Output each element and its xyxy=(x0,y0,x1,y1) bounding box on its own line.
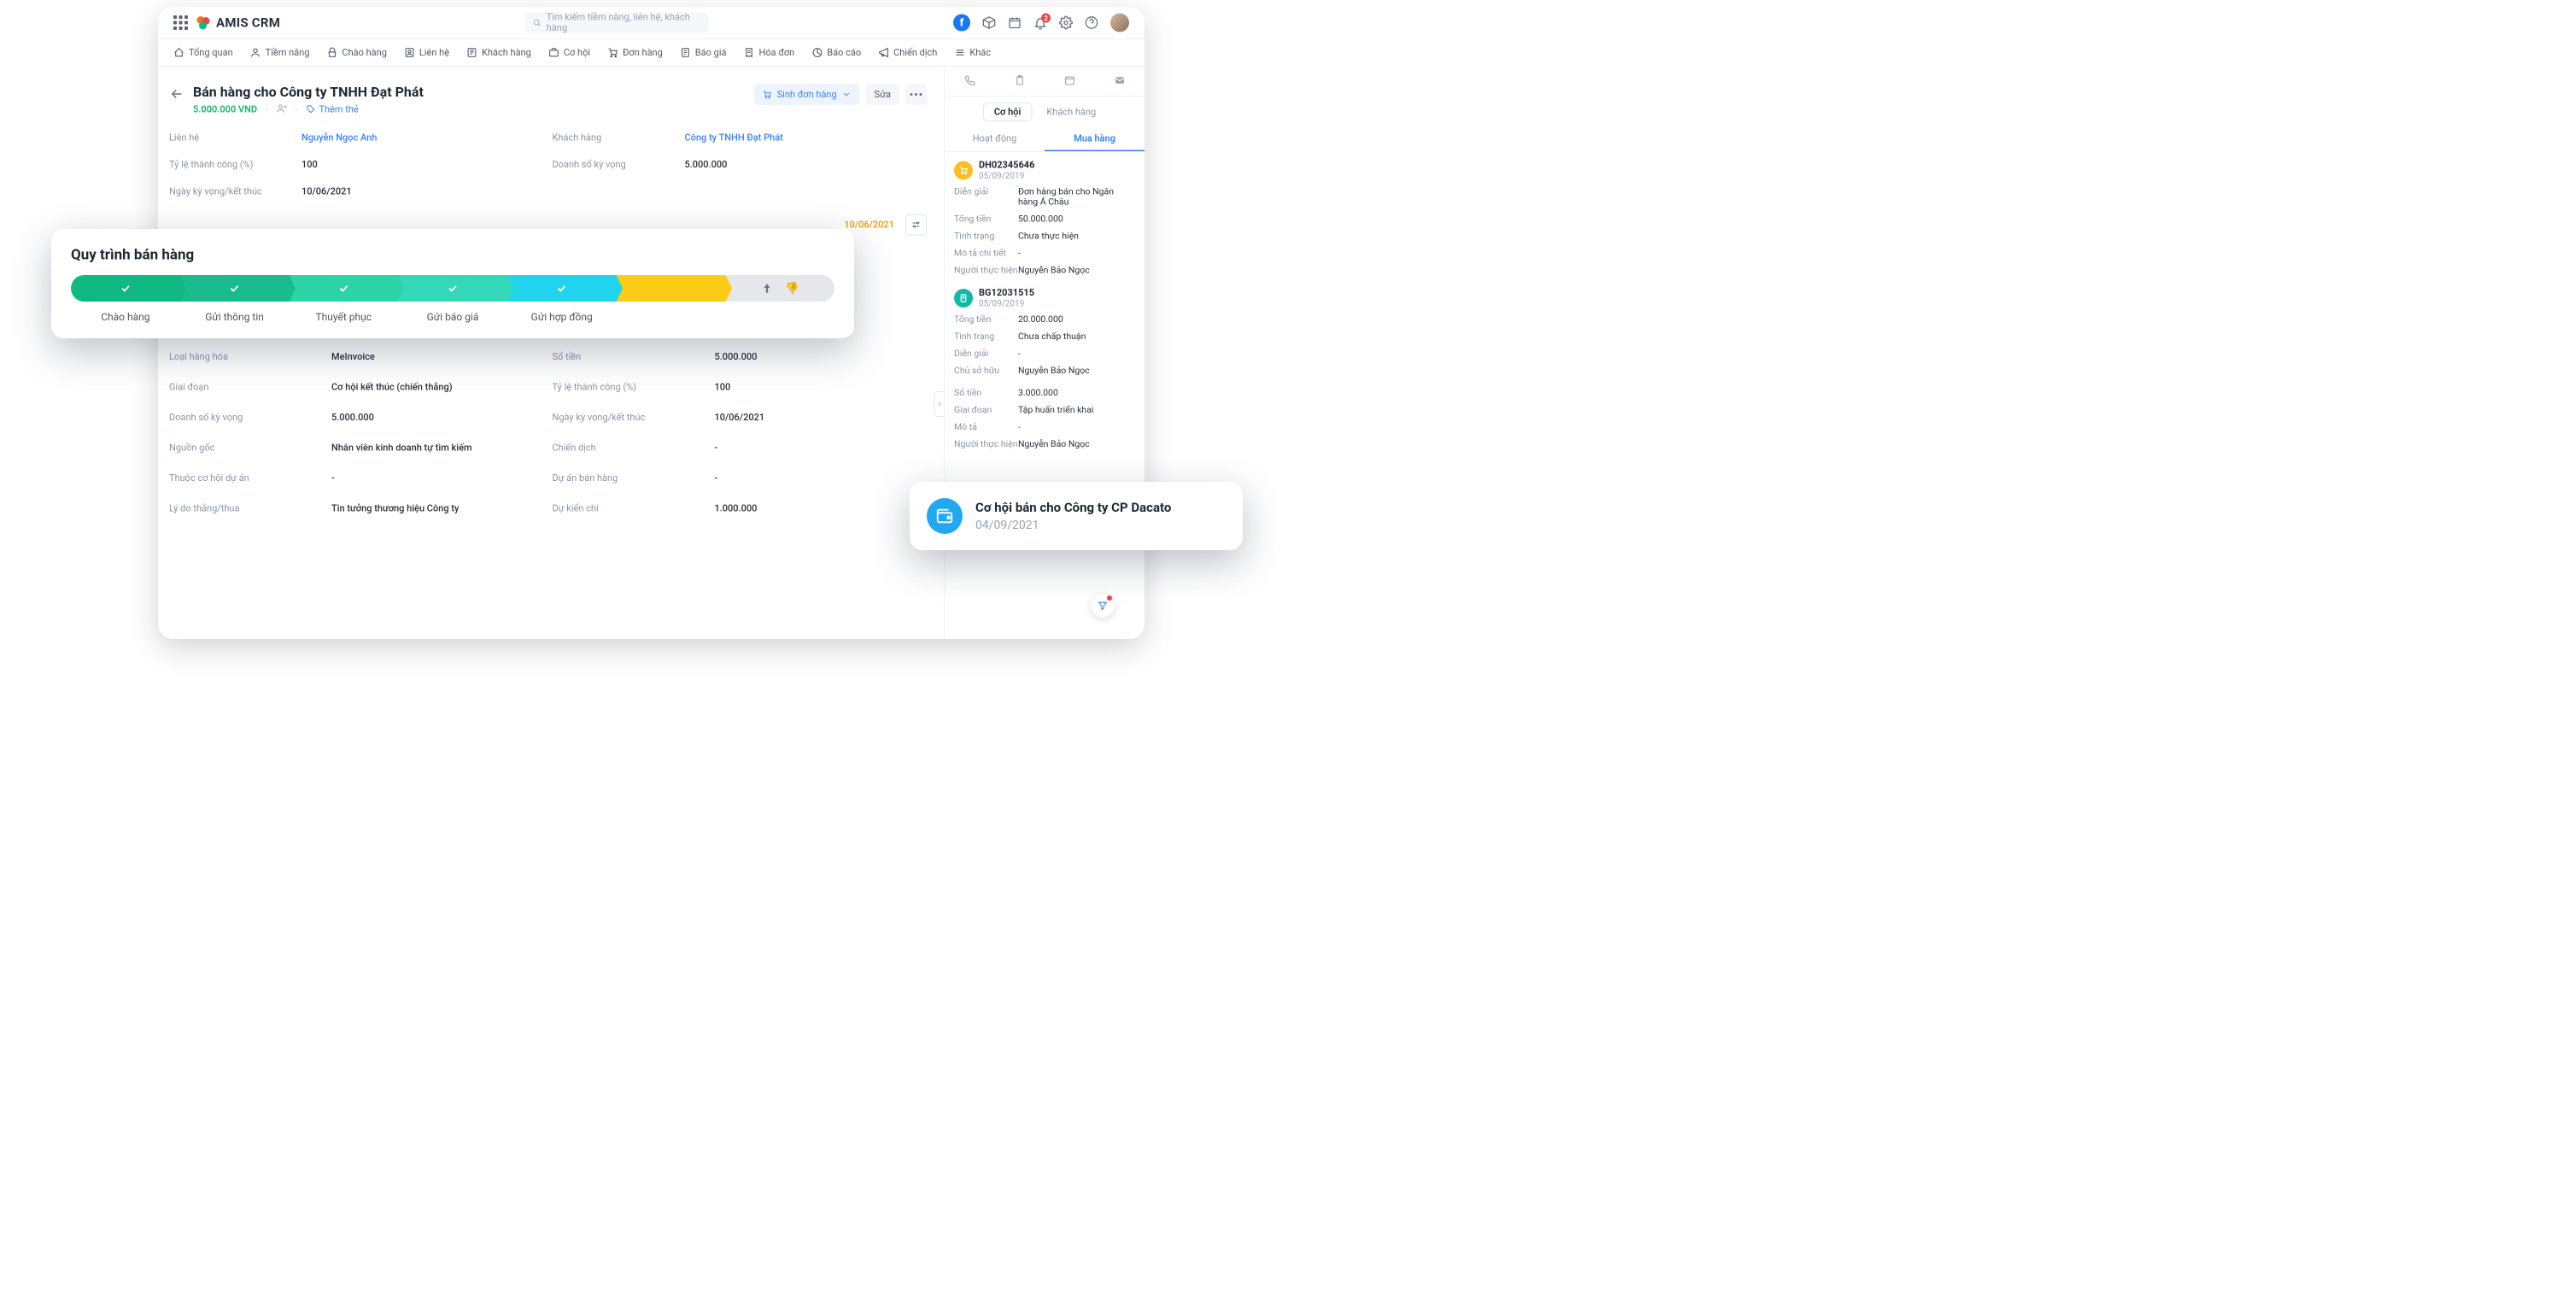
side-segment: Cơ hội Khách hàng xyxy=(945,97,1145,127)
seg-co-hoi[interactable]: Cơ hội xyxy=(983,103,1033,121)
brand-name: AMIS CRM xyxy=(216,15,280,31)
stage-3[interactable] xyxy=(289,275,398,302)
opportunity-toast-card[interactable]: Cơ hội bán cho Công ty CP Dacato 04/09/2… xyxy=(910,482,1243,550)
detail-value: - xyxy=(331,473,544,484)
nav-tong-quan[interactable]: Tổng quan xyxy=(173,47,233,58)
nav-hoa-don[interactable]: Hóa đơn xyxy=(743,47,794,58)
box-icon[interactable] xyxy=(982,16,996,30)
contact-link[interactable]: Nguyễn Ngọc Anh xyxy=(302,132,544,144)
more-button[interactable] xyxy=(905,84,927,105)
nav-co-hoi[interactable]: Cơ hội xyxy=(548,47,590,58)
filter-fields-button[interactable] xyxy=(905,214,927,236)
sales-process-card: Quy trình bán hàng 👎 Chào hàng Gửi thông… xyxy=(51,229,854,338)
collapse-sidebar-button[interactable] xyxy=(934,391,944,417)
activity-list: DH0234564605/09/2019 Diễn giảiĐơn hàng b… xyxy=(945,152,1145,469)
generate-order-button[interactable]: Sinh đơn hàng xyxy=(754,84,860,105)
edit-button[interactable]: Sửa xyxy=(866,84,899,105)
stage-labels: Chào hàng Gửi thông tin Thuyết phục Gửi … xyxy=(71,311,834,323)
more-icon xyxy=(910,93,922,96)
nav-khach-hang[interactable]: Khách hàng xyxy=(466,47,531,58)
nav-lien-he[interactable]: Liên hệ xyxy=(404,47,449,58)
detail-value: Cơ hội kết thúc (chiến thắng) xyxy=(331,382,544,393)
nav-don-hang[interactable]: Đơn hàng xyxy=(607,47,663,58)
stage-bar: 👎 xyxy=(71,275,834,302)
stage-6[interactable] xyxy=(617,275,726,302)
activity-item[interactable]: DH0234564605/09/2019 Diễn giảiĐơn hàng b… xyxy=(954,160,1135,276)
top-actions: f 2 xyxy=(953,14,1129,32)
info-summary: Liên hệ Nguyễn Ngọc Anh Khách hàng Công … xyxy=(169,132,927,197)
stage-7-lost[interactable]: 👎 xyxy=(725,275,834,302)
stage-2[interactable] xyxy=(180,275,290,302)
detail-value: Tin tưởng thương hiệu Công ty xyxy=(331,503,544,514)
main-content: Bán hàng cho Công ty TNHH Đạt Phát 5.000… xyxy=(158,67,944,639)
calendar-small-icon[interactable] xyxy=(1064,75,1075,88)
user-avatar[interactable] xyxy=(1110,14,1129,32)
detail-value: 100 xyxy=(715,382,928,393)
nav-bao-gia[interactable]: Báo giá xyxy=(680,47,727,58)
phone-icon[interactable] xyxy=(964,75,975,88)
main-nav: Tổng quan Tiềm năng Chào hàng Liên hệ Kh… xyxy=(158,39,1145,67)
nav-khac[interactable]: Khác xyxy=(954,47,991,58)
attention-date: 10/06/2021 xyxy=(844,220,894,231)
deal-amount: 5.000.000 VND xyxy=(193,104,257,115)
nav-tiem-nang[interactable]: Tiềm năng xyxy=(250,47,310,58)
brand-logo: AMIS CRM xyxy=(196,15,280,31)
activity-item[interactable]: BG1203151505/09/2019 Tổng tiền20.000.000… xyxy=(954,288,1135,377)
calendar-icon[interactable] xyxy=(1008,16,1022,30)
subtab-mua-hang[interactable]: Mua hàng xyxy=(1045,127,1145,151)
cart-icon xyxy=(954,161,973,179)
process-title: Quy trình bán hàng xyxy=(71,246,834,263)
subtab-hoat-dong[interactable]: Hoạt động xyxy=(945,127,1045,151)
activity-item[interactable]: Số tiền3.000.000Giai đoạnTập huấn triển … xyxy=(954,388,1135,449)
global-search[interactable]: Tìm kiếm tiềm năng, liên hệ, khách hàng xyxy=(525,13,709,33)
receipt-icon xyxy=(954,289,973,308)
customer-link[interactable]: Công ty TNHH Đạt Phát xyxy=(685,132,928,144)
search-icon xyxy=(533,18,542,27)
detail-value: 5.000.000 xyxy=(331,413,544,424)
mail-icon[interactable] xyxy=(1114,75,1125,88)
detail-value: 10/06/2021 xyxy=(715,413,928,424)
wallet-icon xyxy=(927,498,963,534)
seg-khach-hang[interactable]: Khách hàng xyxy=(1036,103,1106,121)
side-subtabs: Hoạt động Mua hàng xyxy=(945,127,1145,152)
detail-value: - xyxy=(715,443,928,454)
apps-grid-icon[interactable] xyxy=(173,15,188,30)
opportunity-title: Cơ hội bán cho Công ty CP Dacato xyxy=(975,501,1171,516)
stage-1[interactable] xyxy=(71,275,180,302)
detail-value: Nhân viên kinh doanh tự tìm kiếm xyxy=(331,443,544,454)
deal-title: Bán hàng cho Công ty TNHH Đạt Phát xyxy=(193,84,746,100)
detail-value: - xyxy=(715,473,928,484)
nav-chao-hang[interactable]: Chào hàng xyxy=(326,47,387,58)
logo-mark-icon xyxy=(196,15,211,31)
facebook-icon[interactable]: f xyxy=(953,15,970,32)
gear-icon[interactable] xyxy=(1059,16,1073,30)
person-add-icon[interactable] xyxy=(277,103,287,115)
nav-chien-dich[interactable]: Chiến dịch xyxy=(878,47,937,58)
clipboard-icon[interactable] xyxy=(1014,75,1025,88)
search-placeholder: Tìm kiếm tiềm năng, liên hệ, khách hàng xyxy=(547,12,701,33)
chevron-down-icon xyxy=(842,90,852,99)
detail-value: MeInvoice xyxy=(331,352,544,363)
notification-badge: 2 xyxy=(1041,14,1051,23)
filter-fab-button[interactable] xyxy=(1091,594,1115,618)
help-icon[interactable] xyxy=(1085,16,1098,30)
stage-4[interactable] xyxy=(398,275,507,302)
opportunity-date: 04/09/2021 xyxy=(975,518,1171,532)
top-bar: AMIS CRM Tìm kiếm tiềm năng, liên hệ, kh… xyxy=(158,7,1145,39)
detail-value: 5.000.000 xyxy=(715,352,928,363)
bell-icon[interactable]: 2 xyxy=(1033,16,1047,30)
detail-value: 1.000.000 xyxy=(715,503,928,514)
stage-5[interactable] xyxy=(507,275,617,302)
side-panel: Cơ hội Khách hàng Hoạt động Mua hàng DH0… xyxy=(944,67,1145,639)
back-button[interactable] xyxy=(169,86,184,102)
side-quick-actions xyxy=(945,67,1145,97)
nav-bao-cao[interactable]: Báo cáo xyxy=(811,47,861,58)
add-tag-button[interactable]: Thêm thẻ xyxy=(306,104,358,115)
